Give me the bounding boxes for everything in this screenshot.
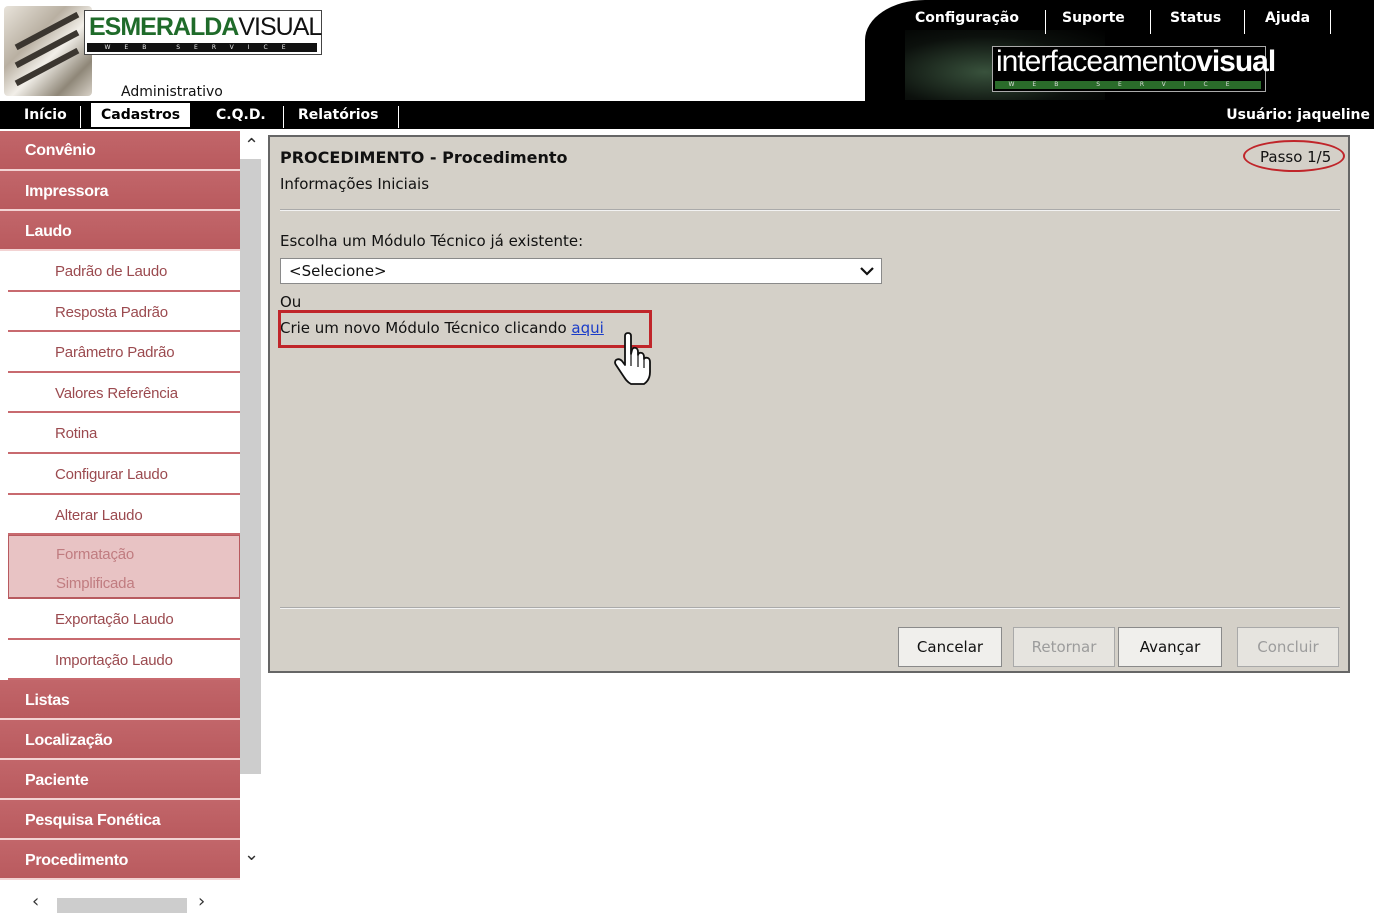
sidebar-cat-procedimento[interactable]: Procedimento [0, 840, 240, 881]
sidebar: Convênio Impressora Laudo Padrão de Laud… [0, 131, 262, 917]
sidebar-item-label-line1: Formatação [56, 546, 135, 564]
main-navbar: Início Cadastros C.Q.D. Relatórios Usuár… [0, 101, 1374, 129]
sidebar-cat-localizacao[interactable]: Localização [0, 720, 240, 761]
create-link-highlight-box [278, 310, 652, 348]
choose-module-label: Escolha um Módulo Técnico já existente: [280, 232, 584, 250]
module-select-value: <Selecione> [289, 262, 387, 280]
sidebar-item-label-line2: Simplificada [56, 575, 135, 593]
sidebar-item-parametro-padrao[interactable]: Parâmetro Padrão [8, 332, 240, 373]
scroll-down-arrow-icon[interactable]: ⌄ [244, 844, 259, 865]
divider-top [280, 209, 1340, 211]
divider-bottom [280, 607, 1340, 609]
logo-strip: WEB SERVICE [87, 43, 317, 52]
next-button[interactable]: Avançar [1118, 627, 1222, 667]
scroll-right-arrow-icon[interactable]: › [198, 891, 205, 912]
nav-inicio[interactable]: Início [24, 107, 67, 123]
sidebar-cat-convenio[interactable]: Convênio [0, 131, 240, 171]
sidebar-item-padrao-laudo[interactable]: Padrão de Laudo [8, 251, 240, 292]
top-menu-status[interactable]: Status [1170, 10, 1221, 26]
horizontal-scroll-thumb[interactable] [57, 898, 187, 913]
cancel-button[interactable]: Cancelar [898, 627, 1002, 667]
sidebar-item-valores-referencia[interactable]: Valores Referência [8, 372, 240, 414]
sidebar-item-importacao-laudo[interactable]: Importação Laudo [8, 639, 240, 681]
finish-button[interactable]: Concluir [1237, 627, 1339, 667]
sidebar-horizontal-scrollbar[interactable]: ‹ › [0, 891, 240, 917]
page-title: PROCEDIMENTO - Procedimento [280, 148, 568, 167]
top-right-banner: Configuração Suporte Status Ajuda interf… [865, 0, 1374, 101]
logo-title: ESMERALDAVISUAL [89, 13, 322, 41]
brand2-text: interfaceamentovisual [996, 45, 1276, 78]
sidebar-vertical-scrollbar[interactable]: ⌃ ⌄ [240, 135, 262, 896]
back-button[interactable]: Retornar [1013, 627, 1115, 667]
vertical-scroll-thumb[interactable] [240, 159, 261, 774]
esmeralda-logo-box: ESMERALDAVISUAL WEB SERVICE [84, 10, 322, 55]
sidebar-item-configurar-laudo[interactable]: Configurar Laudo [8, 453, 240, 495]
top-menu: Configuração Suporte Status Ajuda [865, 10, 1374, 34]
scroll-left-arrow-icon[interactable]: ‹ [32, 891, 39, 912]
sidebar-cat-laudo[interactable]: Laudo [0, 211, 240, 251]
step-highlight-ellipse [1243, 140, 1345, 172]
top-menu-ajuda[interactable]: Ajuda [1265, 10, 1310, 26]
sidebar-item-alterar-laudo[interactable]: Alterar Laudo [8, 494, 240, 536]
scroll-up-arrow-icon[interactable]: ⌃ [244, 135, 259, 156]
module-select[interactable]: <Selecione> [280, 258, 882, 284]
logo-photo [4, 6, 92, 96]
interfaceamento-visual-logo: interfaceamentovisual WEB SERVICE [992, 45, 1276, 92]
top-menu-configuracao[interactable]: Configuração [915, 10, 1019, 26]
hand-pointer-icon [613, 332, 651, 386]
sidebar-cat-listas[interactable]: Listas [0, 680, 240, 721]
procedure-wizard-panel: PROCEDIMENTO - Procedimento Informações … [268, 135, 1350, 673]
chevron-down-icon [859, 259, 875, 290]
sidebar-menu: Convênio Impressora Laudo Padrão de Laud… [0, 131, 240, 893]
nav-relatorios[interactable]: Relatórios [298, 107, 379, 123]
sidebar-item-resposta-padrao[interactable]: Resposta Padrão [8, 291, 240, 333]
sidebar-cat-pesquisa-fonetica[interactable]: Pesquisa Fonética [0, 800, 240, 841]
wizard-buttons: Cancelar Retornar Avançar Concluir [270, 615, 1348, 667]
sidebar-item-rotina[interactable]: Rotina [8, 413, 240, 454]
nav-cadastros[interactable]: Cadastros [91, 103, 191, 127]
user-label: Usuário: jaqueline [1226, 107, 1370, 123]
sidebar-item-exportacao-laudo[interactable]: Exportação Laudo [8, 599, 240, 640]
sidebar-item-formatacao-simplificada[interactable]: Formatação Simplificada [8, 535, 240, 600]
nav-cqd[interactable]: C.Q.D. [216, 107, 266, 123]
or-label: Ou [280, 293, 302, 311]
page-subtitle: Informações Iniciais [280, 175, 430, 193]
sidebar-cat-impressora[interactable]: Impressora [0, 171, 240, 211]
brand2-strip: WEB SERVICE [995, 81, 1261, 89]
sidebar-cat-paciente[interactable]: Paciente [0, 760, 240, 801]
top-menu-suporte[interactable]: Suporte [1062, 10, 1125, 26]
logo-subtitle: Administrativo [121, 84, 223, 100]
header: ESMERALDAVISUAL WEB SERVICE Administrati… [0, 0, 1374, 101]
